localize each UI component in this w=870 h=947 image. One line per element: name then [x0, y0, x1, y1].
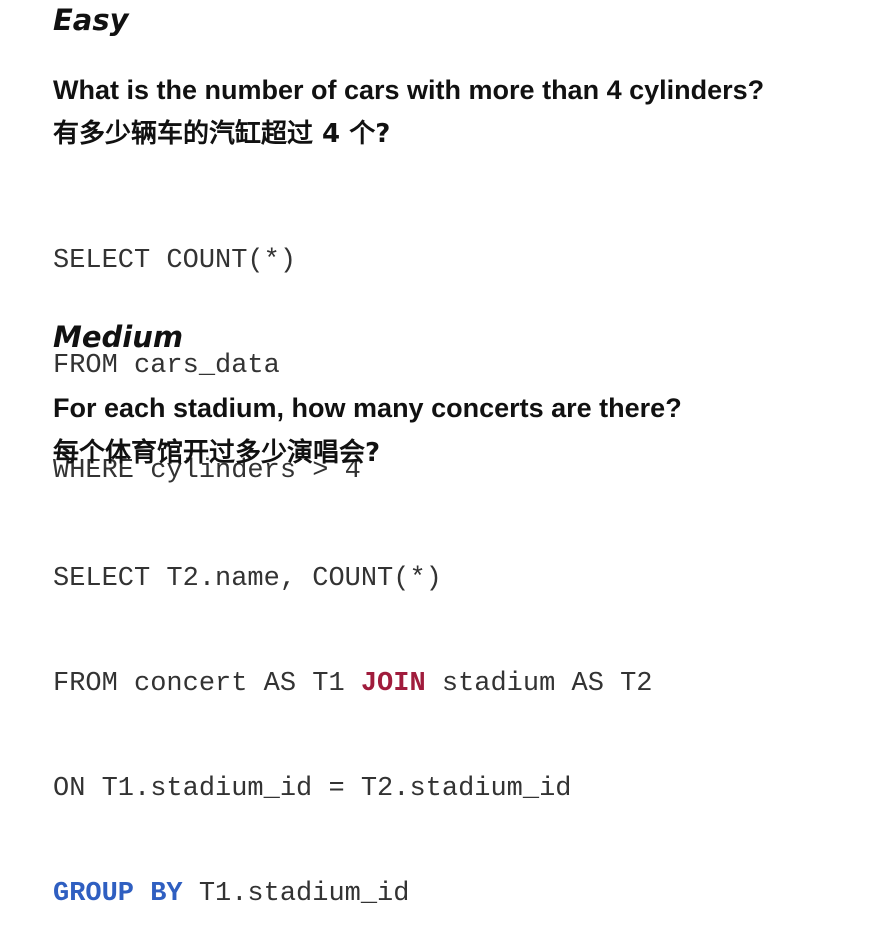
medium-sql-line: FROM concert AS T1 JOIN stadium AS T2 — [53, 667, 653, 702]
medium-question-zh: 每个体育馆开过多少演唱会? — [53, 438, 381, 468]
easy-question-zh: 有多少辆车的汽缸超过 4 个? — [53, 119, 391, 149]
sql-text: stadium AS T2 — [425, 669, 653, 699]
easy-question-en: What is the number of cars with more tha… — [53, 75, 765, 105]
medium-level-heading: Medium — [53, 320, 184, 354]
medium-sql-block: SELECT T2.name, COUNT(*) FROM concert AS… — [53, 492, 653, 947]
easy-level-heading: Easy — [53, 3, 129, 37]
medium-question-en: For each stadium, how many concerts are … — [53, 393, 682, 423]
easy-sql-line: SELECT COUNT(*) — [53, 246, 297, 276]
medium-sql-line: SELECT T2.name, COUNT(*) — [53, 564, 442, 594]
group-by-keyword: GROUP BY — [53, 879, 183, 909]
sql-text: T1.stadium_id — [182, 879, 410, 909]
medium-sql-line: GROUP BY T1.stadium_id — [53, 877, 653, 912]
sql-text: FROM concert AS T1 — [53, 669, 361, 699]
join-keyword: JOIN — [360, 669, 426, 699]
easy-sql-line: FROM cars_data — [53, 351, 280, 381]
medium-sql-line: ON T1.stadium_id = T2.stadium_id — [53, 774, 572, 804]
